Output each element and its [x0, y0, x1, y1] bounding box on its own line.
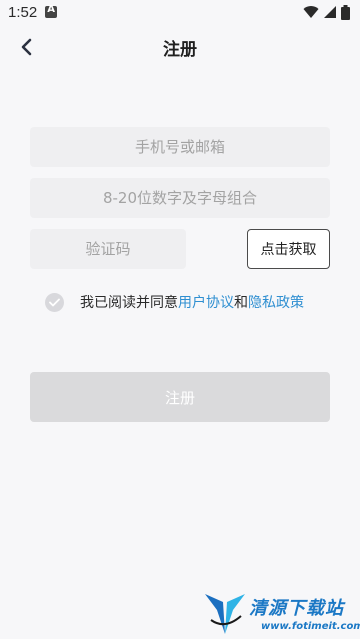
agreement-row: 我已阅读并同意 用户协议 和 隐私政策 — [45, 292, 304, 312]
user-agreement-link[interactable]: 用户协议 — [178, 292, 234, 312]
agreement-prefix: 我已阅读并同意 — [80, 295, 178, 311]
watermark: 清源下载站 www.fotimeit.com — [203, 590, 360, 638]
watermark-url: www.fotimeit.com — [261, 621, 360, 632]
battery-icon — [341, 4, 350, 20]
chevron-left-icon — [21, 38, 32, 56]
verification-code-input[interactable] — [30, 229, 186, 269]
watermark-title: 清源下载站 — [249, 598, 344, 619]
notification-icon — [45, 4, 58, 18]
password-input[interactable] — [30, 178, 330, 218]
account-input[interactable] — [30, 127, 330, 167]
nav-bar: 注册 — [0, 24, 360, 70]
back-button[interactable] — [12, 33, 40, 61]
status-bar: 1:52 — [0, 0, 360, 24]
watermark-logo-icon — [205, 594, 245, 634]
register-button[interactable]: 注册 — [30, 372, 330, 422]
get-code-button[interactable]: 点击获取 — [247, 229, 330, 269]
agreement-checkbox[interactable] — [45, 292, 64, 312]
wifi-icon — [303, 6, 319, 19]
check-icon — [49, 298, 60, 306]
page-title: 注册 — [163, 39, 197, 60]
agreement-and: 和 — [234, 295, 248, 311]
status-time: 1:52 — [8, 3, 38, 21]
privacy-policy-link[interactable]: 隐私政策 — [248, 292, 304, 312]
signal-icon — [324, 6, 336, 18]
